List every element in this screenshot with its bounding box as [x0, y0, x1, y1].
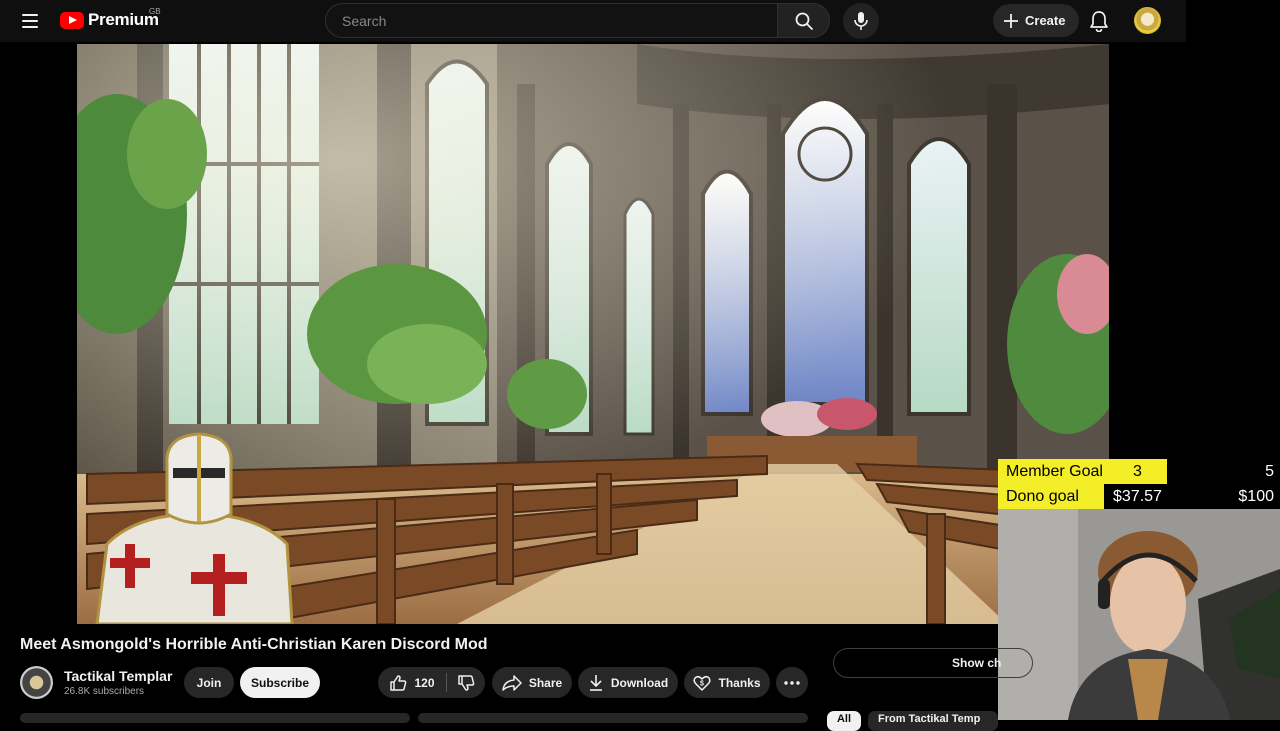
dislike-button[interactable]	[447, 667, 485, 698]
plus-icon	[1004, 13, 1018, 28]
thanks-heart-icon: $	[693, 675, 712, 691]
show-chat-label: Show ch	[952, 656, 1002, 670]
voice-search-button[interactable]	[843, 3, 879, 39]
dono-goal-target: $100	[1238, 488, 1274, 505]
channel-avatar[interactable]	[20, 666, 53, 699]
notifications-button[interactable]	[1083, 5, 1115, 37]
search-button[interactable]	[777, 3, 830, 38]
dono-goal-label: Dono goal	[1006, 488, 1079, 505]
like-button[interactable]: 120	[378, 667, 446, 698]
microphone-icon	[854, 12, 868, 30]
video-frame-cathedral	[77, 44, 1109, 624]
create-button[interactable]: Create	[993, 4, 1080, 37]
search-input[interactable]	[340, 11, 764, 30]
like-dislike-group: 120	[378, 667, 485, 698]
thanks-label: Thanks	[718, 675, 761, 690]
subscribe-button[interactable]: Subscribe	[240, 667, 320, 698]
webcam-image	[998, 509, 1280, 720]
download-icon	[589, 674, 602, 691]
youtube-play-icon	[60, 11, 84, 29]
thumbs-down-icon	[458, 674, 475, 691]
svg-text:$: $	[701, 680, 705, 687]
like-count: 120	[414, 675, 435, 690]
more-actions-button[interactable]	[776, 667, 808, 698]
masthead: Premium GB Create	[0, 0, 1186, 42]
dono-goal-current: $37.57	[1113, 488, 1162, 505]
search-box[interactable]	[325, 3, 778, 38]
chip-from-channel[interactable]: From Tactikal Temp	[868, 711, 998, 731]
share-button[interactable]: Share	[492, 667, 572, 698]
account-avatar[interactable]	[1134, 7, 1161, 34]
thanks-button[interactable]: $ Thanks	[684, 667, 770, 698]
download-button[interactable]: Download	[578, 667, 678, 698]
more-horizontal-icon	[784, 680, 800, 685]
dono-goal-row: Dono goal $37.57 $100	[998, 484, 1280, 509]
member-goal-label: Member Goal	[1006, 463, 1103, 480]
member-goal-target: 5	[1265, 463, 1274, 480]
bell-icon	[1090, 11, 1108, 32]
member-goal-current: 3	[1133, 463, 1142, 480]
join-button[interactable]: Join	[184, 667, 234, 698]
logo-country-code: GB	[149, 7, 161, 16]
subscribe-label: Subscribe	[250, 675, 310, 690]
menu-icon[interactable]	[16, 8, 44, 34]
youtube-premium-logo[interactable]: Premium	[60, 10, 159, 30]
join-label: Join	[196, 675, 222, 690]
download-label: Download	[610, 675, 669, 690]
video-player[interactable]	[77, 44, 1109, 624]
subscriber-count: 26.8K subscribers	[64, 686, 145, 697]
share-label: Share	[528, 675, 563, 690]
stream-goals-overlay: Member Goal 3 5 Dono goal $37.57 $100	[998, 459, 1280, 509]
show-chat-button[interactable]: Show ch	[833, 648, 1033, 678]
member-goal-row: Member Goal 3 5	[998, 459, 1280, 484]
description-box-edge	[20, 713, 410, 723]
comment-box-edge	[418, 713, 808, 723]
create-label: Create	[1025, 13, 1066, 28]
search-icon	[795, 12, 813, 30]
share-icon	[502, 674, 522, 691]
streamer-webcam	[998, 509, 1280, 720]
video-title: Meet Asmongold's Horrible Anti-Christian…	[20, 636, 488, 653]
channel-name[interactable]: Tactikal Templar	[64, 668, 172, 684]
thumbs-up-icon	[390, 674, 407, 691]
chip-all[interactable]: All	[827, 711, 861, 731]
